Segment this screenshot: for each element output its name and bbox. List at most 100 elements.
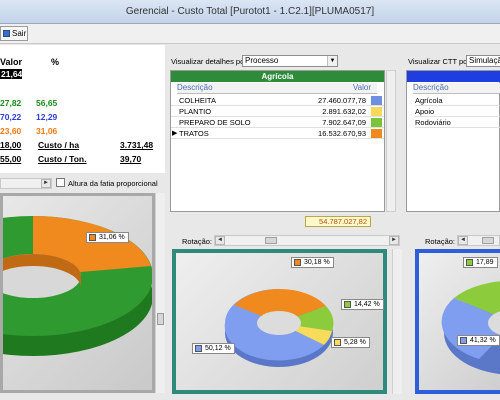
summary-valor-0: 27,82: [0, 98, 22, 108]
title-bar: Gerencial - Custo Total [Purotot1 - 1.C2…: [0, 0, 500, 24]
details-total: 54.787.027,82: [305, 216, 371, 227]
right-label-blue-text: 41,32 %: [470, 337, 496, 344]
ctt-row[interactable]: Rodoviário: [415, 118, 500, 128]
left-chart-frame: 31,06 %: [0, 193, 155, 393]
right-label-green: 17,89: [463, 257, 498, 268]
right-chart-frame: 17,89 41,32 %: [415, 249, 500, 394]
row-descricao: COLHEITA: [179, 96, 216, 105]
col-valor: Valor: [317, 83, 377, 94]
middle-vertical-scroll[interactable]: [392, 249, 402, 394]
right-donut-chart: [441, 281, 500, 375]
ctt-col-descricao: Descrição: [413, 83, 500, 94]
row-descricao: PLANTIO: [179, 107, 212, 116]
row-valor: 27.460.077,78: [318, 96, 366, 105]
summary-valor-1: 70,22: [0, 112, 22, 122]
left-donut-chart: [0, 216, 153, 356]
table-row[interactable]: PLANTIO 2.891.632,02: [171, 107, 384, 117]
right-label-green-text: 17,89: [476, 259, 494, 266]
orange-swatch: [294, 259, 301, 266]
summary-valor-2: 23,60: [0, 126, 22, 136]
custo-ton-value: 39,70: [120, 154, 142, 164]
table-row[interactable]: PREPARO DE SOLO 7.902.647,09: [171, 118, 384, 128]
middle-label-orange-text: 30,18 %: [304, 259, 330, 266]
left-slice-label-text: 31,06 %: [99, 234, 125, 241]
chevron-down-icon: ▼: [327, 56, 337, 66]
ctt-grid-title: [407, 71, 500, 82]
row-color-swatch: [371, 96, 382, 105]
exit-button[interactable]: Sair: [0, 26, 28, 41]
middle-label-orange: 30,18 %: [291, 257, 334, 268]
row-valor: 2.891.632,02: [322, 107, 366, 116]
window-title: Gerencial - Custo Total [Purotot1 - 1.C2…: [125, 6, 375, 17]
left-vertical-scroll[interactable]: [155, 193, 165, 393]
ctt-row[interactable]: Agrícola: [415, 96, 500, 106]
middle-label-yellow-text: 5,28 %: [344, 339, 366, 346]
ctt-label: Visualizar CTT por: [408, 57, 470, 66]
custo-ha-label: Custo / ha: [38, 140, 80, 150]
scroll-right-button[interactable]: ►: [389, 236, 399, 245]
scroll-left-button[interactable]: ◄: [458, 236, 468, 245]
middle-chart-frame: 30,18 % 14,42 % 5,28 % 50,12 %: [172, 249, 387, 394]
valor-header: Valor: [0, 57, 23, 67]
details-grid: Agrícola Descrição Valor COLHEITA 27.460…: [170, 70, 385, 212]
left-slice-label: 31,06 %: [86, 232, 129, 243]
row-color-swatch: [371, 129, 382, 138]
row-valor: 16.532.670,93: [318, 129, 366, 138]
row-valor: 7.902.647,09: [322, 118, 366, 127]
row-pointer-icon: ▶: [172, 130, 178, 137]
summary-panel: Valor % 21,64 27,82 56,65 70,22 12,29 23…: [0, 45, 165, 173]
custo-ton-label: Custo / Ton.: [38, 154, 87, 164]
table-row[interactable]: COLHEITA 27.460.077,78: [171, 96, 384, 106]
orange-swatch: [89, 234, 96, 241]
blue-swatch: [460, 337, 467, 344]
middle-rotacao-label: Rotação:: [182, 237, 213, 246]
ctt-row[interactable]: Apoio: [415, 107, 500, 117]
row-descricao: PREPARO DE SOLO: [179, 118, 251, 127]
middle-donut-hole: [257, 311, 301, 335]
scroll-left-button[interactable]: ◄: [215, 236, 225, 245]
right-rotation-thumb[interactable]: [482, 237, 494, 244]
middle-label-green-text: 14,42 %: [354, 301, 380, 308]
ctt-select-value: Simulação: [469, 56, 500, 65]
middle-label-green: 14,42 %: [341, 299, 384, 310]
details-select-value: Processo: [245, 56, 279, 65]
middle-rotation-slider[interactable]: ◄ ►: [214, 235, 400, 246]
summary-valor-3: 18,00: [0, 140, 22, 150]
yellow-swatch: [334, 339, 341, 346]
details-select[interactable]: Processo ▼: [242, 55, 338, 67]
row-color-swatch: [371, 118, 382, 127]
summary-valor-4: 55,00: [0, 154, 22, 164]
summary-pct-1: 12,29: [36, 112, 58, 122]
exit-icon: [3, 30, 10, 37]
toolbar: Sair: [0, 24, 500, 44]
details-label: Visualizar detalhes por: [171, 57, 247, 66]
summary-pct-0: 56,65: [36, 98, 58, 108]
highlight-value: 21,64: [0, 69, 23, 79]
details-grid-title: Agrícola: [171, 71, 384, 82]
proportional-height-label: Altura da fatia proporcional: [68, 179, 158, 188]
details-vscroll[interactable]: [386, 70, 396, 212]
right-rotation-slider[interactable]: ◄: [457, 235, 500, 246]
custo-ha-value: 3.731,48: [120, 140, 154, 150]
col-descricao: Descrição: [177, 83, 317, 94]
right-rotacao-label: Rotação:: [425, 237, 456, 246]
middle-donut-chart: [224, 288, 334, 367]
pct-header: %: [51, 57, 60, 67]
left-vscroll-thumb[interactable]: [157, 313, 164, 325]
exit-button-label: Sair: [12, 29, 27, 38]
summary-pct-2: 31,06: [36, 126, 58, 136]
proportional-height-checkbox[interactable]: [56, 178, 65, 187]
row-descricao: TRATOS: [179, 129, 209, 138]
green-swatch: [466, 259, 473, 266]
ctt-select[interactable]: Simulação: [466, 55, 500, 67]
ctt-grid: Descrição Agrícola Apoio Rodoviário: [406, 70, 500, 212]
right-label-blue: 41,32 %: [457, 335, 500, 346]
middle-label-yellow: 5,28 %: [331, 337, 370, 348]
table-row[interactable]: ▶ TRATOS 16.532.670,93: [171, 129, 384, 139]
left-chart-scrollbar[interactable]: ►: [0, 178, 52, 189]
row-color-swatch: [371, 107, 382, 116]
blue-swatch: [195, 345, 202, 352]
scroll-right-button[interactable]: ►: [41, 179, 51, 188]
middle-rotation-thumb[interactable]: [265, 237, 277, 244]
middle-label-blue-text: 50,12 %: [205, 345, 231, 352]
